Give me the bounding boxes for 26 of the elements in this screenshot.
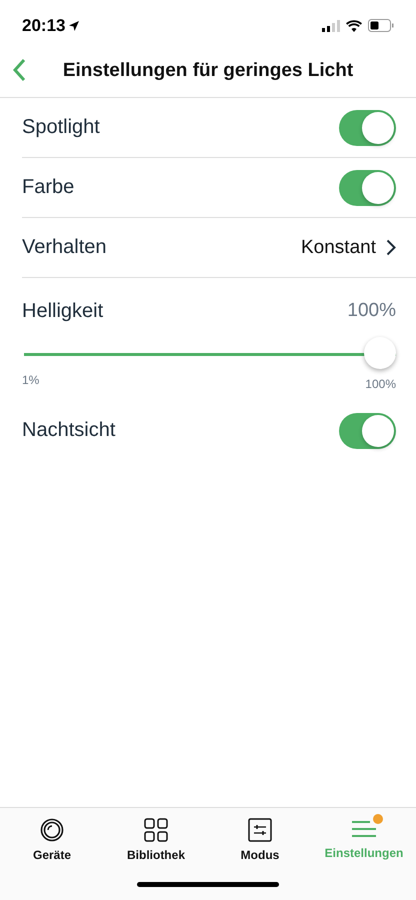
toggle-switch[interactable] xyxy=(339,170,396,206)
setting-label: Verhalten xyxy=(22,236,107,259)
wifi-icon xyxy=(346,20,362,32)
grid-icon xyxy=(144,818,168,842)
toggle-switch[interactable] xyxy=(339,110,396,146)
setting-label: Farbe xyxy=(22,176,74,199)
target-icon xyxy=(40,818,64,842)
brightness-value: 100% xyxy=(347,300,396,323)
tab-item[interactable]: Modus xyxy=(210,818,310,862)
signal-icon xyxy=(322,20,340,32)
battery-icon xyxy=(368,19,394,32)
setting-label: Helligkeit xyxy=(22,300,104,323)
chevron-icon xyxy=(386,239,396,256)
status-time: 20:13 xyxy=(22,16,66,36)
tab-item[interactable]: Bibliothek xyxy=(106,818,206,862)
sliders-icon xyxy=(248,818,272,842)
toggle-switch[interactable] xyxy=(339,412,396,448)
page-title: Einstellungen für geringes Licht xyxy=(62,60,354,82)
max-label: 100% xyxy=(365,377,396,391)
setting-label: Spotlight xyxy=(22,116,100,139)
setting-label: Nachtsicht xyxy=(22,419,116,442)
min-label: 1% xyxy=(22,373,40,389)
tab-item[interactable]: Geräte xyxy=(2,818,102,862)
value-selector[interactable]: Konstant xyxy=(301,236,396,258)
menu-icon xyxy=(351,818,377,840)
location-icon xyxy=(68,20,80,32)
